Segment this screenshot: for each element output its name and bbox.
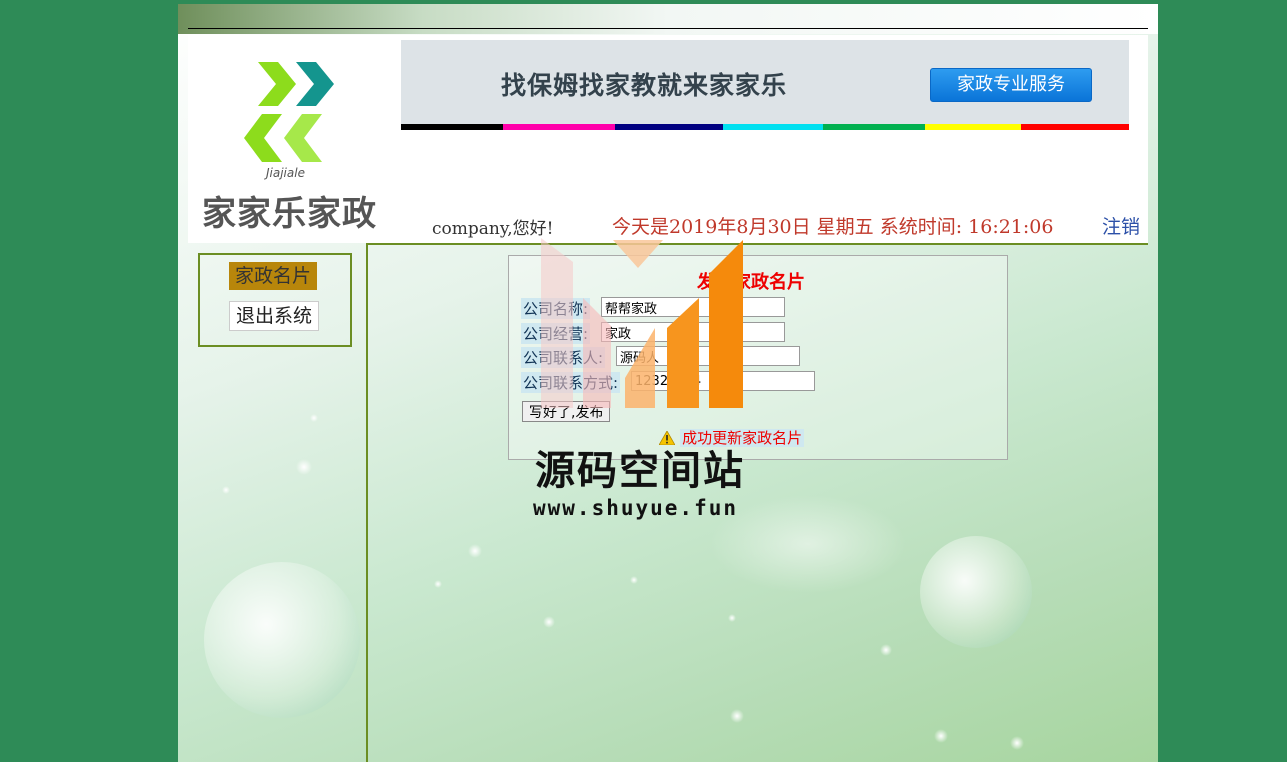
sparkle-decoration (934, 729, 948, 743)
color-stripe-segment (615, 124, 723, 130)
date-time-display: 今天是2019年8月30日 星期五 系统时间: 16:21:06 (612, 216, 1054, 238)
page-container: Jiajiale 家家乐家政 找保姆找家教就来家家乐 家政专业服务 compan… (178, 4, 1158, 762)
banner-slogan: 找保姆找家教就来家家乐 (501, 71, 788, 100)
sparkle-decoration (296, 459, 312, 475)
logo-subtitle: Jiajiale (266, 166, 305, 180)
watermark-overlay: 源码空间站 www.shuyue.fun (533, 238, 763, 528)
top-divider (188, 28, 1148, 29)
color-stripe-segment (503, 124, 615, 130)
sidebar-item-exit[interactable]: 退出系统 (229, 301, 320, 331)
sparkle-decoration (630, 576, 638, 584)
watermark-title: 源码空间站 (535, 448, 745, 494)
chevron-logo-icon (244, 62, 334, 162)
sparkle-decoration (543, 616, 555, 628)
sparkle-decoration (310, 414, 318, 422)
watermark-url: www.shuyue.fun (533, 496, 739, 520)
sparkle-decoration (222, 486, 230, 494)
sparkle-decoration (728, 614, 736, 622)
color-stripe-segment (1021, 124, 1129, 130)
logo-text: 家家乐家政 (202, 194, 377, 234)
watermark-bars-icon (541, 238, 743, 408)
header-banner: 找保姆找家教就来家家乐 家政专业服务 (401, 40, 1129, 130)
color-stripe-segment (823, 124, 925, 130)
bubble-decoration (920, 536, 1032, 648)
brand-logo: Jiajiale 家家乐家政 (196, 58, 386, 238)
color-stripe-segment (925, 124, 1021, 130)
bubble-decoration (204, 562, 360, 718)
sparkle-decoration (1010, 736, 1024, 750)
logout-link[interactable]: 注销 (1102, 212, 1140, 239)
sparkle-decoration (880, 644, 892, 656)
sparkle-decoration (434, 580, 442, 588)
sparkle-decoration (730, 709, 744, 723)
sidebar-item-card[interactable]: 家政名片 (229, 262, 318, 290)
sparkle-decoration (468, 544, 482, 558)
color-stripe-bar (401, 124, 1129, 130)
top-gradient-strip (178, 4, 1158, 34)
content-frame-left (366, 243, 368, 762)
color-stripe-segment (401, 124, 503, 130)
greeting-text: company,您好! (432, 219, 554, 239)
color-stripe-segment (723, 124, 823, 130)
service-button[interactable]: 家政专业服务 (930, 68, 1092, 102)
sidebar-menu: 家政名片 退出系统 (198, 253, 352, 347)
